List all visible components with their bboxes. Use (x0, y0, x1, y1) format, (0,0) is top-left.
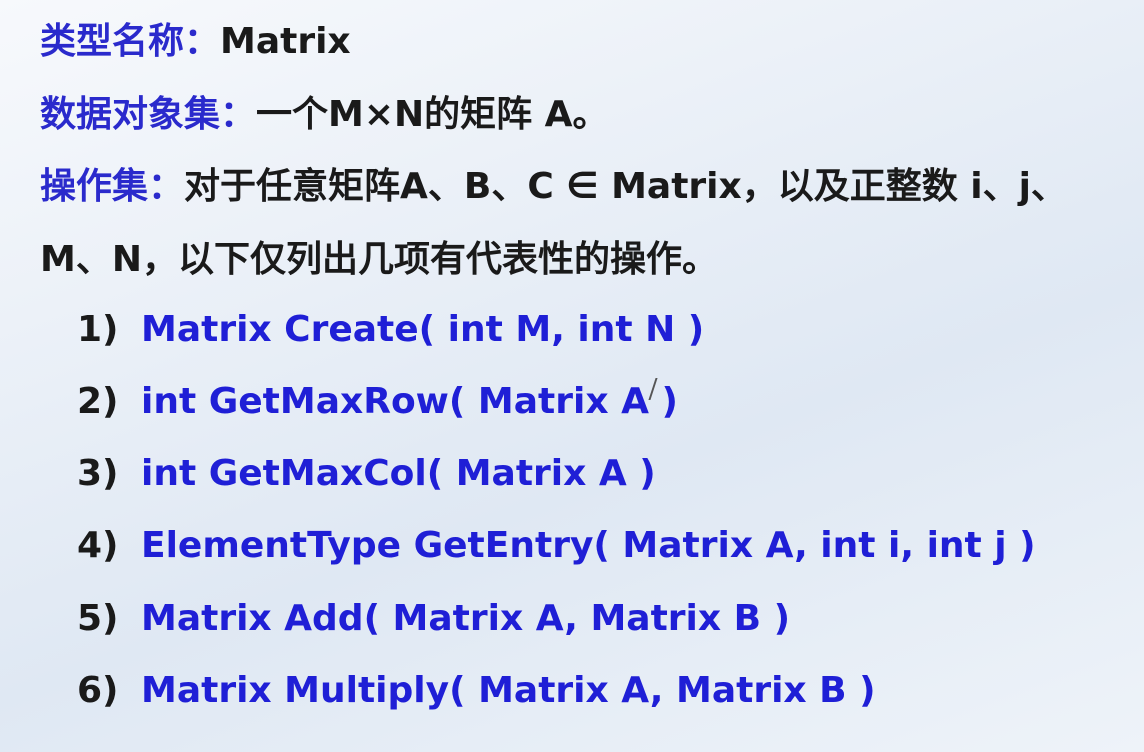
operation-signature: int GetMaxCol( Matrix A ) (141, 453, 656, 494)
operation-item: 6) Matrix Multiply( Matrix A, Matrix B ) (77, 669, 876, 713)
data-object-set-label: 数据对象集： (40, 94, 257, 135)
operation-item: 2) int GetMaxRow( Matrix A ) (77, 380, 678, 424)
operation-number: 6) (77, 670, 119, 711)
type-name-value: Matrix (220, 21, 351, 62)
operation-number: 4) (77, 525, 119, 566)
operation-signature: int GetMaxRow( Matrix A ) (141, 381, 678, 422)
operation-set-row: 操作集：对于任意矩阵A、B、C ∈ Matrix，以及正整数 i、j、 (40, 165, 1067, 209)
operation-set-label: 操作集： (40, 166, 185, 207)
operation-signature: ElementType GetEntry( Matrix A, int i, i… (141, 525, 1036, 566)
data-object-set-value: 一个M×N的矩阵 A。 (256, 94, 609, 135)
operation-signature: Matrix Create( int M, int N ) (141, 309, 705, 350)
operation-item: 4) ElementType GetEntry( Matrix A, int i,… (77, 524, 1036, 568)
operation-signature: Matrix Multiply( Matrix A, Matrix B ) (141, 670, 876, 711)
type-name-row: 类型名称：Matrix (40, 20, 351, 64)
operation-signature: Matrix Add( Matrix A, Matrix B ) (141, 598, 791, 639)
operation-item: 5) Matrix Add( Matrix A, Matrix B ) (77, 597, 790, 641)
operation-number: 1) (77, 309, 119, 350)
operation-item: 3) int GetMaxCol( Matrix A ) (77, 452, 656, 496)
operation-item: 1) Matrix Create( int M, int N ) (77, 308, 704, 352)
data-object-set-row: 数据对象集：一个M×N的矩阵 A。 (40, 93, 609, 137)
operation-number: 5) (77, 598, 119, 639)
operation-set-description-line1: 对于任意矩阵A、B、C ∈ Matrix，以及正整数 i、j、 (184, 166, 1067, 207)
operation-number: 2) (77, 381, 119, 422)
operation-set-description-line2: M、N，以下仅列出几项有代表性的操作。 (40, 239, 718, 280)
operation-number: 3) (77, 453, 119, 494)
type-name-label: 类型名称： (40, 21, 221, 62)
slide: 类型名称：Matrix 数据对象集：一个M×N的矩阵 A。 操作集：对于任意矩阵… (0, 0, 1144, 752)
